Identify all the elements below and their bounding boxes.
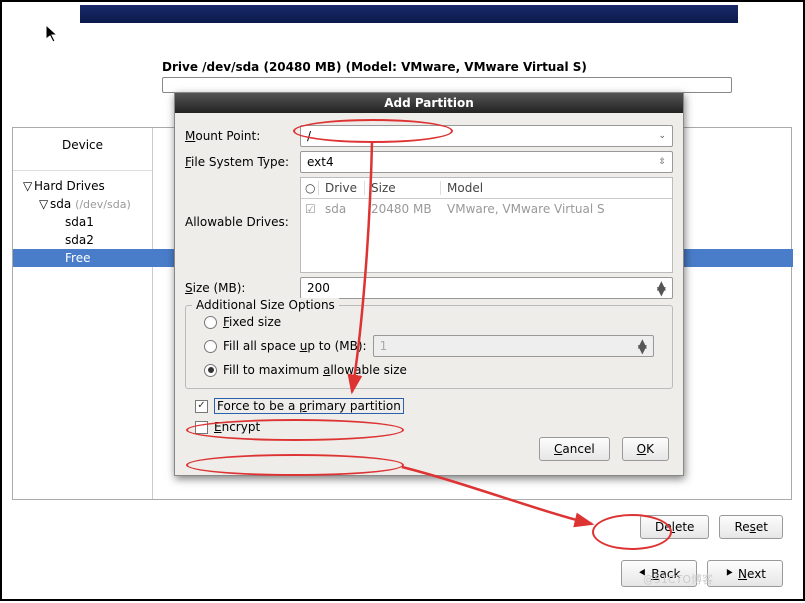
- fs-type-select[interactable]: ext4 ⇳: [300, 151, 673, 173]
- spin-arrows-icon: ▲▼: [657, 282, 666, 294]
- button-label: Next: [738, 567, 766, 581]
- allowable-drives-label: Allowable Drives:: [185, 215, 300, 229]
- fs-type-label: File System Type:: [185, 155, 300, 169]
- radio-fill-max[interactable]: Fill to maximum allowable size: [194, 360, 664, 380]
- radio-checked-icon: [204, 364, 217, 377]
- tree-part-sda1[interactable]: sda1: [13, 213, 152, 231]
- drive-name: sda: [325, 202, 365, 216]
- panel-action-buttons: Delete Reset: [640, 515, 783, 539]
- tree-hard-drives[interactable]: ▽Hard Drives: [13, 177, 152, 195]
- drives-head-model: Model: [447, 181, 668, 195]
- row-fs-type: File System Type: ext4 ⇳: [185, 151, 673, 173]
- drives-row-sda[interactable]: ☑ sda 20480 MB VMware, VMware Virtual S: [301, 199, 672, 219]
- add-partition-dialog: Add Partition Mount Point: / ⌄ File Syst…: [174, 92, 684, 476]
- fs-type-value: ext4: [307, 155, 334, 169]
- radio-fill-upto[interactable]: Fill all space up to (MB): 1 ▲▼: [194, 332, 664, 360]
- radio-label: Fill to maximum allowable size: [223, 363, 407, 377]
- row-size: Size (MB): 200 ▲▼: [185, 277, 673, 299]
- mount-point-value: /: [307, 129, 311, 143]
- cancel-button[interactable]: Cancel: [539, 437, 610, 461]
- button-label: Delete: [655, 520, 694, 534]
- delete-button[interactable]: Delete: [640, 515, 709, 539]
- row-allowable-drives: Allowable Drives: ○ Drive Size Model ☑ s…: [185, 177, 673, 273]
- device-tree: ▽Hard Drives ▽sda (/dev/sda) sda1 sda2 F…: [13, 171, 152, 267]
- fill-upto-value: 1: [380, 339, 388, 353]
- ok-button[interactable]: OK: [622, 437, 669, 461]
- tree-disk-sda[interactable]: ▽sda (/dev/sda): [13, 195, 152, 213]
- button-label: OK: [637, 442, 654, 456]
- drive-model: VMware, VMware Virtual S: [447, 202, 668, 216]
- chevron-down-icon: ▽: [23, 179, 32, 193]
- dropdown-arrow-icon: ⌄: [658, 131, 666, 141]
- spin-arrows-icon: ▲▼: [638, 340, 647, 352]
- check-label: Encrypt: [214, 420, 260, 434]
- mount-point-input[interactable]: / ⌄: [300, 125, 673, 147]
- radio-icon: [204, 316, 217, 329]
- check-encrypt[interactable]: Encrypt: [185, 417, 673, 437]
- size-value: 200: [307, 281, 330, 295]
- drives-head-size: Size: [371, 181, 441, 195]
- fill-upto-spinner: 1 ▲▼: [373, 335, 654, 357]
- watermark-51cto: @51CTO博客: [643, 571, 713, 587]
- button-label: Cancel: [554, 442, 595, 456]
- device-column: Device ▽Hard Drives ▽sda (/dev/sda) sda1…: [13, 128, 153, 499]
- dialog-title: Add Partition: [175, 93, 683, 113]
- drives-head-drive: Drive: [325, 181, 365, 195]
- mouse-cursor-icon: [45, 24, 61, 47]
- arrow-right-icon: ⯈: [724, 566, 734, 581]
- check-label: Force to be a primary partition: [214, 398, 404, 414]
- radio-fixed-size[interactable]: Fixed size: [194, 312, 664, 332]
- size-label: Size (MB):: [185, 281, 300, 295]
- row-mount-point: Mount Point: / ⌄: [185, 125, 673, 147]
- check-icon: ☑: [305, 202, 319, 216]
- drives-header: ○ Drive Size Model: [301, 178, 672, 199]
- next-button[interactable]: ⯈ Next: [707, 560, 783, 587]
- checkbox-checked-icon: [195, 400, 208, 413]
- chevron-down-icon: ▽: [39, 197, 48, 211]
- mount-point-label: Mount Point:: [185, 129, 300, 143]
- allowable-drives-list[interactable]: ○ Drive Size Model ☑ sda 20480 MB VMware…: [300, 177, 673, 273]
- additional-size-options: Additional Size Options Fixed size Fill …: [185, 305, 673, 389]
- drive-size: 20480 MB: [371, 202, 441, 216]
- button-label: Reset: [734, 520, 768, 534]
- check-primary-partition[interactable]: Force to be a primary partition: [185, 395, 673, 417]
- radio-label: Fixed size: [223, 315, 281, 329]
- device-column-header: Device: [13, 128, 152, 171]
- drive-usage-bar: [162, 77, 732, 93]
- spin-arrows-icon: ⇳: [658, 157, 666, 167]
- dialog-buttons: Cancel OK: [185, 437, 673, 463]
- drives-head-check: ○: [305, 181, 319, 195]
- radio-icon: [204, 340, 217, 353]
- tree-part-sda2[interactable]: sda2: [13, 231, 152, 249]
- radio-label: Fill all space up to (MB):: [223, 339, 367, 353]
- dialog-body: Mount Point: / ⌄ File System Type: ext4 …: [175, 113, 683, 475]
- reset-button[interactable]: Reset: [719, 515, 783, 539]
- size-spinner[interactable]: 200 ▲▼: [300, 277, 673, 299]
- checkbox-icon: [195, 421, 208, 434]
- fieldset-legend: Additional Size Options: [192, 298, 339, 312]
- drive-info-label: Drive /dev/sda (20480 MB) (Model: VMware…: [162, 60, 587, 74]
- installer-banner: [80, 5, 738, 23]
